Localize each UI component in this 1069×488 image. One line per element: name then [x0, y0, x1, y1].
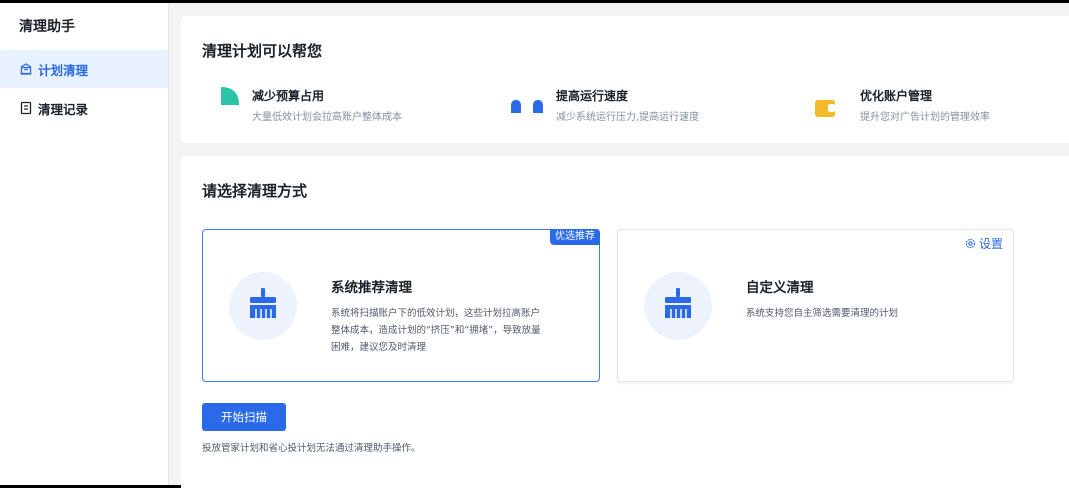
option-system-recommended[interactable]: 优选推荐 系统推荐清理 系统将扫描账户下的低效计划，这些计划拉高账户整体成本，造…	[202, 229, 600, 382]
benefit-item: 优化账户管理 提升您对广告计划的管理效率	[860, 87, 990, 123]
document-icon	[19, 101, 33, 115]
sidebar-item-plan-cleanup[interactable]: 计划清理	[0, 50, 168, 88]
benefit-item: 减少预算占用 大量低效计划会拉高账户整体成本	[252, 87, 402, 123]
sidebar: 清理助手 计划清理 清理记录	[0, 3, 169, 485]
benefit-item: 提高运行速度 减少系统运行压力,提高运行速度	[556, 87, 699, 123]
option-title: 自定义清理	[746, 280, 814, 296]
option-desc: 系统将扫描账户下的低效计划，这些计划拉高账户整体成本，造成计划的“挤压”和“拥堵…	[331, 308, 541, 353]
sidebar-item-label: 计划清理	[38, 62, 89, 78]
option-title: 系统推荐清理	[331, 280, 412, 296]
settings-link[interactable]: 设置	[965, 235, 1003, 252]
speed-icon	[511, 99, 545, 118]
option-desc: 系统支持您自主筛选需要清理的计划	[746, 308, 899, 319]
start-scan-button[interactable]: 开始扫描	[202, 403, 286, 431]
methods-title: 请选择清理方式	[202, 182, 308, 200]
option-icon-circle	[229, 272, 297, 340]
sidebar-item-label: 清理记录	[38, 101, 89, 117]
benefit-title: 减少预算占用	[252, 89, 325, 103]
broom-icon	[663, 288, 693, 324]
benefit-title: 优化账户管理	[860, 89, 933, 103]
benefit-title: 提高运行速度	[556, 89, 629, 103]
benefits-title: 清理计划可以帮您	[202, 42, 323, 60]
gear-icon	[965, 238, 976, 249]
benefits-card: 清理计划可以帮您 减少预算占用 大量低效计划会拉高账户整体成本 提高运行速度 减…	[181, 16, 1069, 143]
app-frame: 清理助手 计划清理 清理记录 清理计划可以帮您 减少预算占用 大量低效计划会拉高…	[0, 3, 1069, 488]
wallet-icon	[815, 100, 835, 121]
cleanup-methods-card: 请选择清理方式 优选推荐 系统推荐清理 系统将扫描账户下的低效计划，这些计划拉高…	[181, 156, 1069, 488]
app-title: 清理助手	[19, 19, 75, 35]
broom-icon	[248, 288, 278, 324]
building-icon	[19, 62, 33, 76]
benefit-desc: 大量低效计划会拉高账户整体成本	[252, 112, 402, 123]
sidebar-item-cleanup-records[interactable]: 清理记录	[0, 89, 168, 127]
settings-label: 设置	[978, 237, 1003, 251]
benefit-desc: 提升您对广告计划的管理效率	[860, 112, 990, 123]
benefit-desc: 减少系统运行压力,提高运行速度	[556, 112, 700, 123]
recommended-badge: 优选推荐	[550, 229, 600, 245]
scan-note: 投放管家计划和省心投计划无法通过清理助手操作。	[202, 443, 421, 454]
option-custom[interactable]: 设置 自定义清理 系统支持您自主筛选需要清理的计划	[617, 229, 1014, 382]
option-icon-circle	[644, 272, 712, 340]
quarter-pie-icon	[220, 87, 240, 109]
